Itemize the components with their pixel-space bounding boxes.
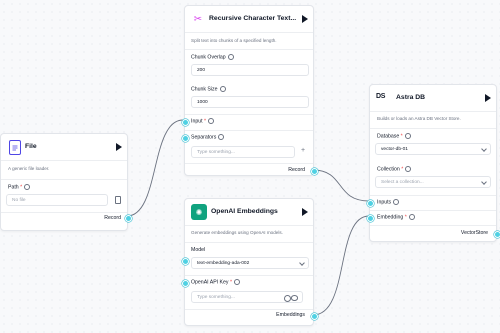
api-key-input[interactable]: Type something... [191,291,303,303]
collection-label: Collection * [377,165,412,173]
separators-input[interactable]: Type something... [191,146,295,158]
astra-embedding-label-text: Embedding [377,214,404,221]
add-separator-icon[interactable]: + [301,147,305,154]
chunk-size-label: Chunk Size [191,85,226,93]
collection-select[interactable]: Select a collection... [375,176,491,188]
astra-output-label: VectorStore [460,230,488,236]
chunk-size-label-text: Chunk Size [191,86,218,93]
astra-embedding-label: Embedding * [377,213,415,221]
file-output-label: Record [104,215,121,221]
file-output-handle[interactable] [125,215,132,222]
info-icon [393,198,400,205]
splitter-node-title: Recursive Character Text... [209,15,297,22]
astra-node-header: DS Astra DB [370,85,496,111]
upload-file-icon[interactable] [115,196,121,204]
embeddings-node[interactable]: ✺ OpenAI Embeddings Generate embeddings … [181,198,318,326]
chevron-down-icon [481,146,487,152]
separators-label: Separators [191,133,225,141]
embeddings-node-header: ✺ OpenAI Embeddings [185,199,313,225]
collection-label-text: Collection [377,166,400,173]
globe-icon[interactable] [284,294,291,302]
separators-label-text: Separators [191,134,217,141]
chevron-down-icon [299,260,305,266]
info-icon [219,85,226,92]
chunk-overlap-label-text: Chunk Overlap [191,54,226,61]
database-label: Database * [377,132,411,140]
embeddings-output-label: Embeddings [276,312,305,318]
database-select[interactable]: vector-db-01 [375,143,491,155]
astra-node-title: Astra DB [396,94,426,101]
api-key-handle[interactable] [181,279,189,287]
info-icon [218,133,225,140]
embeddings-run-button[interactable] [302,208,308,216]
splitter-run-button[interactable] [302,15,308,23]
info-icon [233,278,240,285]
api-key-label-text: OpenAI API Key [191,279,229,286]
model-label: Model [191,247,206,253]
edge-splitter-to-astra[interactable] [312,169,370,202]
splitter-output-label: Record [288,167,305,173]
astra-run-button[interactable] [485,94,491,102]
info-icon [404,132,411,139]
separators-handle[interactable] [181,134,189,142]
splitter-input-label: Input * [191,117,215,125]
file-icon [9,140,21,155]
splitter-input-handle[interactable] [181,118,189,126]
astra-logo-icon: DS [376,93,386,100]
collection-placeholder: Select a collection... [381,179,424,185]
scissors-icon: ✂ [193,13,203,25]
splitter-node-description: Split text into chunks of a specified le… [191,38,277,43]
embeddings-node-description: Generate embeddings using OpenAI models. [191,230,283,235]
edge-embeddings-to-astra[interactable] [312,215,370,316]
embeddings-node-title: OpenAI Embeddings [211,208,278,215]
astra-inputs-label-text: Inputs [377,199,392,206]
model-select[interactable]: text-embedding-ada-002 [191,257,309,269]
chunk-overlap-label: Chunk Overlap [191,53,234,61]
database-select-value: vector-db-01 [381,146,408,152]
openai-icon: ✺ [191,204,207,220]
database-label-text: Database [377,133,400,140]
api-key-placeholder: Type something... [197,294,235,300]
info-icon [405,165,412,172]
api-key-label: OpenAI API Key * [191,278,240,286]
astra-embedding-handle[interactable] [366,214,374,222]
chevron-down-icon [481,179,487,185]
file-path-input[interactable]: No file [6,194,108,206]
splitter-node-header: ✂ Recursive Character Text... [185,6,313,32]
file-path-label-text: Path [8,184,19,191]
chunk-overlap-input[interactable]: 200 [191,64,309,76]
splitter-output-handle[interactable] [311,168,318,175]
info-icon [24,183,31,190]
edge-file-to-splitter[interactable] [126,119,184,217]
astra-inputs-label: Inputs [377,198,400,206]
file-node[interactable]: File A generic file loader. Path * No fi… [0,133,132,231]
chunk-size-input[interactable]: 1000 [191,96,309,108]
splitter-input-label-text: Input [191,118,203,125]
info-icon [408,213,415,220]
splitter-node[interactable]: ✂ Recursive Character Text... Split text… [181,5,318,176]
file-run-button[interactable] [116,143,122,151]
astra-node-description: Builds or loads an Astra DB Vector Store… [377,116,461,121]
astra-output-handle[interactable] [494,231,500,238]
astra-node[interactable]: DS Astra DB Builds or loads an Astra DB … [366,84,500,242]
model-select-value: text-embedding-ada-002 [197,260,250,266]
astra-inputs-handle[interactable] [366,199,374,207]
embeddings-output-handle[interactable] [311,313,318,320]
eye-icon[interactable] [291,295,298,301]
file-node-description: A generic file loader. [8,166,50,171]
file-node-header: File [1,134,127,160]
file-path-label: Path * [8,183,31,191]
file-node-title: File [25,143,37,150]
model-handle[interactable] [181,257,189,265]
info-icon [227,53,234,60]
info-icon [208,117,215,124]
